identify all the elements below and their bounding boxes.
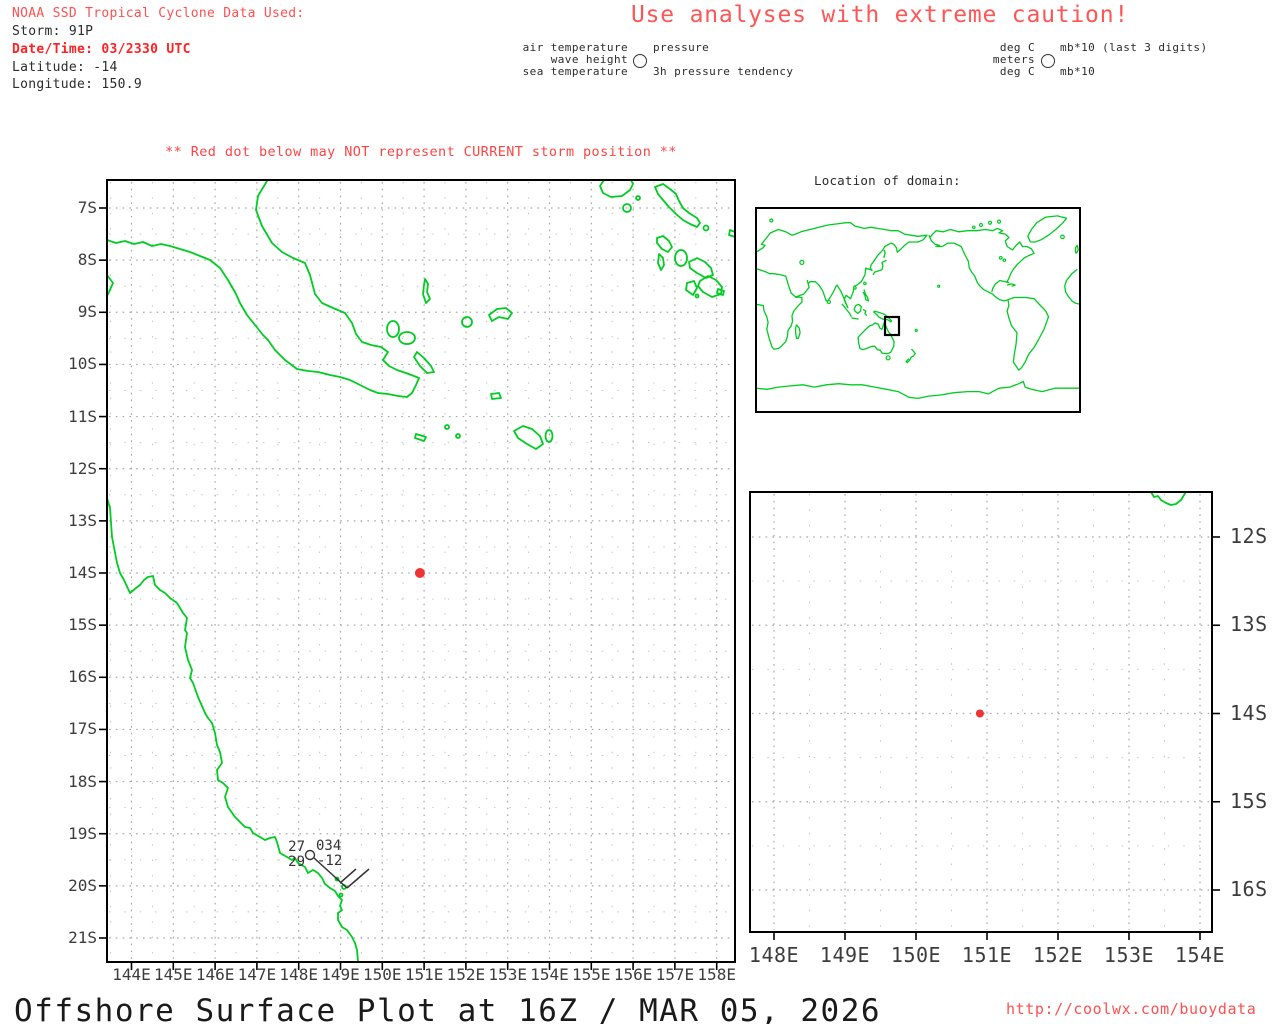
world-island-dot [914,328,918,332]
storm-dot-zoom [975,709,984,718]
world-coast-south-america [1006,296,1050,371]
world-island-dot [996,219,1002,224]
main-axis-y-label: 20S [68,875,97,895]
main-axis-y-label: 19S [68,823,97,843]
island-egum [461,316,473,328]
main-map: 27 034 29 -12 [99,179,736,970]
island-normanby [413,351,435,374]
island-woodlark [488,307,513,322]
main-axis-y-label: 17S [68,719,97,739]
main-axis-y-label: 11S [68,406,97,426]
world-coast-java [851,317,859,320]
world-coast-na-west [928,234,1009,302]
world-island-dot [826,299,832,305]
island-ontong-atoll [674,249,688,267]
world-island-dot [998,255,1003,260]
main-axis-x-label: 158E [697,965,736,984]
zoom-axis-y-label: 13S [1230,612,1268,637]
main-axis-y-label: 12S [68,458,97,478]
world-island-dot [1060,234,1065,240]
island-bougainville [654,183,701,228]
island-deboyne-2 [455,433,461,439]
station-circle-icon [304,849,316,861]
zoom-axis-y-label: 16S [1230,877,1268,901]
island-choiseul-south [657,253,665,271]
storm-dot-main [414,568,425,579]
world-island-dot [987,220,993,225]
station-sea-temperature: 29 [288,854,305,870]
world-island-dot [937,284,941,288]
coastline-tagula-fragment [1150,491,1187,506]
world-coast-japan [872,259,887,276]
world-coast-cuba [1006,283,1016,287]
main-axis-y-label: 21S [68,928,97,947]
world-island-dot [853,286,857,290]
world-island-dot [1002,258,1007,262]
world-island-dot [978,222,984,228]
world-island-dot [769,218,774,223]
island-trobriand [422,278,431,304]
main-axis-y-label: 7S [77,198,97,217]
surface-plot-page: NOAA SSD Tropical Cyclone Data Used: Sto… [0,0,1280,1024]
island-choiseul [656,235,673,253]
plot-canvas: 27 034 29 -12 [99,179,1220,970]
zoom-map [749,491,1220,940]
island-fergusson [398,331,416,345]
main-axis-y-label: 15S [68,615,97,635]
world-coast-nz-north [911,348,916,358]
world-coast-na-arctic-east [929,227,1035,293]
page-title: Offshore Surface Plot at 16Z / MAR 05, 2… [14,993,882,1024]
island-rossel [544,429,554,443]
main-axis-y-label: 14S [68,563,97,582]
island-vella-lavella [685,280,698,296]
island-tabar [635,195,641,201]
zoom-axis-y-label: 12S [1230,524,1268,548]
island-goodenough [386,320,400,338]
main-axis-y-label: 18S [68,771,97,791]
station-pressure-tendency: -12 [317,853,342,869]
zoom-axis-x-label: 154E [1174,943,1226,967]
world-coast-australia [857,322,895,355]
coastline-papua-new-guinea [106,180,420,398]
world-coast-west-africa [1064,268,1081,305]
world-coast-sulawesi [862,308,868,317]
world-coast-madagascar [794,324,801,339]
zoom-axis-y-label: 15S [1230,788,1268,813]
world-coast-uk [1074,244,1079,254]
main-axis-y-label: 16S [68,667,97,687]
island-rendova [694,293,700,299]
zoom-axis-y-label: 14S [1230,700,1268,725]
world-island-dot [971,225,976,230]
station-air-temperature: 27 [288,839,305,855]
island-misima [490,392,502,400]
island-deboyne-1 [444,424,450,430]
world-coast-sakhalin [883,249,886,259]
main-axis-y-label: 8S [77,250,97,270]
main-axis-y-label: 10S [68,354,97,374]
main-axis-y-label: 13S [68,510,97,530]
world-coast-borneo [853,303,862,315]
world-coast-antarctica [755,380,1080,400]
station-pressure: 034 [316,838,341,854]
island-whitsunday-3 [338,892,344,898]
station-plot: 27 034 29 -12 [288,838,370,889]
island-santa-isabel [688,257,714,279]
world-island-dot [799,259,805,265]
world-coast-philippines [862,289,870,302]
main-axis-y-label: 9S [77,302,97,322]
inset-map-frame [755,207,1081,413]
inset-world-map [755,207,1081,413]
source-url-link[interactable]: http://coolwx.com/buoydata [1006,1000,1256,1018]
world-coast-africa [755,296,803,350]
world-coast-eurasia [755,222,928,309]
world-coast-nz-south [905,356,912,364]
island-shortland [702,224,710,232]
world-island-dot [863,281,867,286]
island-new-ireland [599,179,634,198]
world-island-dot [885,355,891,361]
